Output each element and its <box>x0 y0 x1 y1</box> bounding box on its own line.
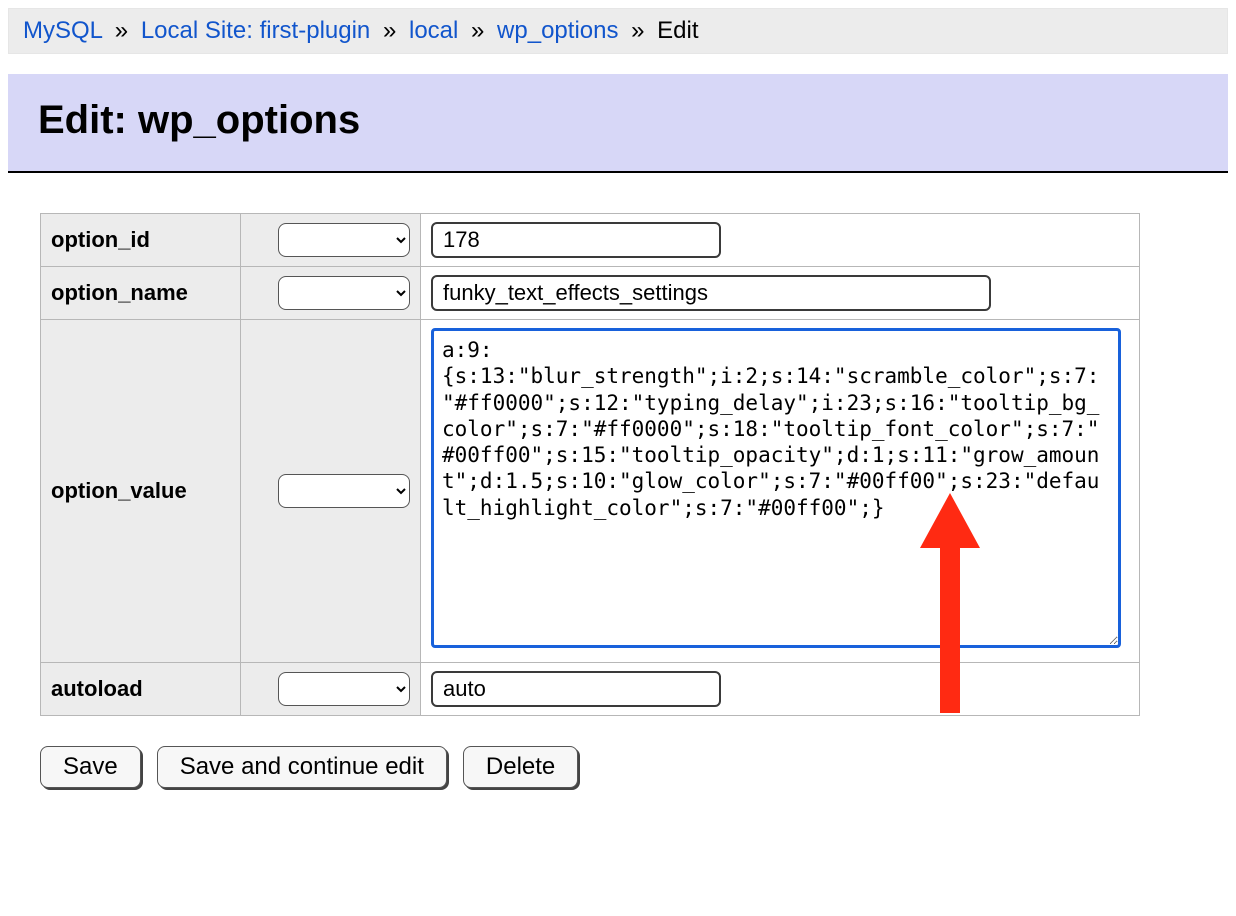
function-select-autoload[interactable] <box>278 672 410 706</box>
option-value-textarea[interactable] <box>431 328 1121 648</box>
row-autoload: autoload <box>41 663 1140 716</box>
function-select-option-value[interactable] <box>278 474 410 508</box>
option-id-input[interactable] <box>431 222 721 258</box>
row-option-value: option_value <box>41 320 1140 663</box>
field-label-option-name: option_name <box>41 267 241 320</box>
row-option-name: option_name <box>41 267 1140 320</box>
field-label-option-id: option_id <box>41 214 241 267</box>
action-buttons: Save Save and continue edit Delete <box>40 746 1236 788</box>
breadcrumb-sep: » <box>631 17 644 44</box>
edit-table: option_id option_name option_value <box>40 213 1140 716</box>
breadcrumb-sep: » <box>471 17 484 44</box>
page-header: Edit: wp_options <box>8 74 1228 173</box>
breadcrumb-item-site[interactable]: Local Site: first-plugin <box>141 17 370 44</box>
breadcrumb-sep: » <box>115 17 128 44</box>
page-title: Edit: wp_options <box>38 98 1198 143</box>
field-label-option-value: option_value <box>41 320 241 663</box>
delete-button[interactable]: Delete <box>463 746 578 788</box>
function-select-option-id[interactable] <box>278 223 410 257</box>
breadcrumb: MySQL » Local Site: first-plugin » local… <box>8 8 1228 54</box>
breadcrumb-item-table[interactable]: wp_options <box>497 17 618 44</box>
function-select-option-name[interactable] <box>278 276 410 310</box>
breadcrumb-item-current: Edit <box>657 17 698 44</box>
breadcrumb-item-database[interactable]: local <box>409 17 458 44</box>
breadcrumb-sep: » <box>383 17 396 44</box>
autoload-input[interactable] <box>431 671 721 707</box>
breadcrumb-item-mysql[interactable]: MySQL <box>23 17 102 44</box>
field-label-autoload: autoload <box>41 663 241 716</box>
save-button[interactable]: Save <box>40 746 141 788</box>
save-continue-button[interactable]: Save and continue edit <box>157 746 447 788</box>
row-option-id: option_id <box>41 214 1140 267</box>
option-name-input[interactable] <box>431 275 991 311</box>
